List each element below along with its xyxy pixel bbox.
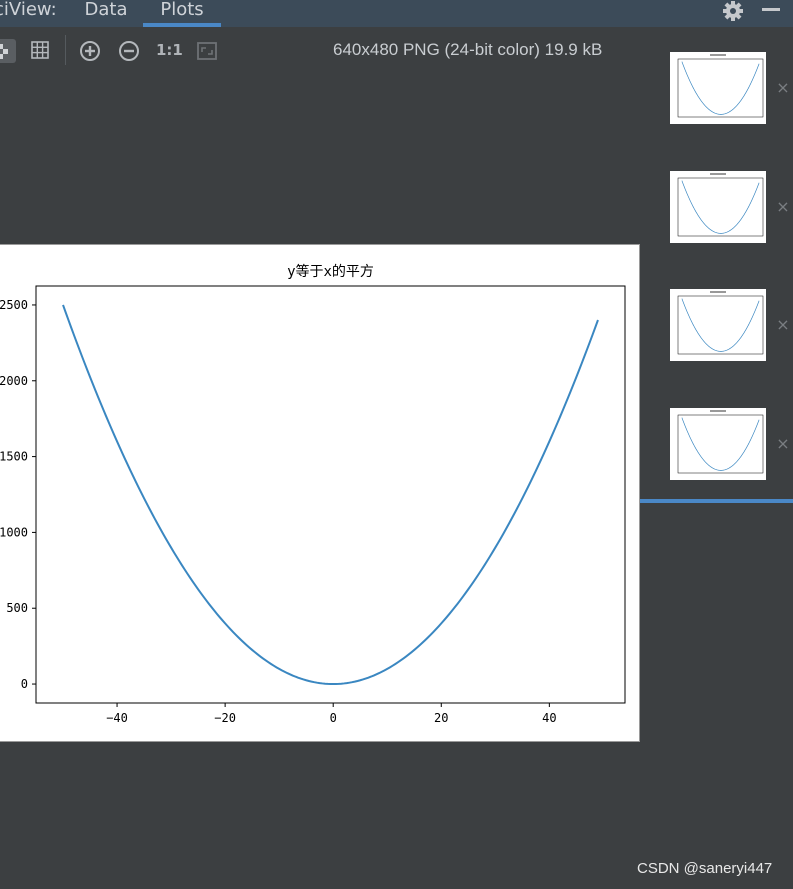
checkerboard-icon[interactable] [0,39,18,63]
line-chart: y等于x的平方 −40 −20 0 20 40 0 500 1000 1500 2000 2500 [0,263,626,725]
close-icon[interactable]: × [776,199,790,215]
thumbnail-title-mark [710,410,726,412]
tool-window-title: ciView: [0,0,57,20]
plot-axes-frame [35,285,626,704]
y-tick-label: 0 [21,677,28,691]
image-info-label: 640x480 PNG (24-bit color) 19.9 kB [333,40,603,59]
sciview-window: ciView: Data Plots 1:1 640x480 PNG (24-b… [0,0,793,889]
y-tick-label: 2000 [0,374,28,388]
plot-axes-frame [677,414,764,474]
plot-axes-frame [677,177,764,237]
thumbnail-chart [677,291,764,355]
plot-thumbnail-1[interactable] [670,52,766,124]
series-line [681,61,760,115]
close-icon[interactable]: × [776,317,790,333]
thumbnail-title-mark [710,291,726,293]
plot-axes-frame [677,58,764,118]
x-tick-label: 40 [542,711,556,725]
plot-thumbnail-4[interactable] [670,408,766,480]
watermark: CSDN @saneryi447 [637,860,773,877]
toolbar-separator [65,35,66,65]
tab-plots[interactable]: Plots [143,0,221,27]
chart-title: y等于x的平方 [287,263,374,280]
thumbnail-chart [677,54,764,118]
x-tick-label: −40 [106,711,128,725]
minimize-icon[interactable] [762,8,780,11]
close-icon[interactable]: × [776,436,790,452]
y-tick-label: 1000 [0,525,28,539]
plot-image: y等于x的平方 −40 −20 0 20 40 0 500 1000 1500 2000 2500 [0,244,640,742]
tab-data[interactable]: Data [78,0,134,27]
gear-icon[interactable] [721,0,745,23]
grid-icon[interactable] [29,39,53,63]
series-line [681,298,760,352]
thumbnail-chart [677,173,764,237]
thumbnail-title-mark [710,54,726,56]
series-line [681,180,760,234]
tab-bar: ciView: Data Plots [0,0,793,27]
zoom-out-icon[interactable] [117,39,141,63]
plot-toolbar: 1:1 640x480 PNG (24-bit color) 19.9 kB [0,27,660,73]
x-tick-label: 0 [330,711,337,725]
selected-thumbnail-indicator [640,499,793,503]
x-tick-label: −20 [214,711,236,725]
plot-thumbnail-3[interactable] [670,289,766,361]
close-icon[interactable]: × [776,80,790,96]
fit-to-window-icon[interactable] [195,39,219,63]
thumbnail-chart [677,410,764,474]
plot-thumbnail-2[interactable] [670,171,766,243]
zoom-in-icon[interactable] [78,39,102,63]
plot-axes-frame [677,295,764,355]
y-tick-label: 2500 [0,298,28,312]
series-line [62,304,599,686]
series-line [681,417,760,471]
y-tick-label: 500 [6,601,28,615]
actual-size-button[interactable]: 1:1 [156,41,183,59]
thumbnail-title-mark [710,173,726,175]
x-tick-label: 20 [434,711,448,725]
y-tick-label: 1500 [0,450,28,464]
